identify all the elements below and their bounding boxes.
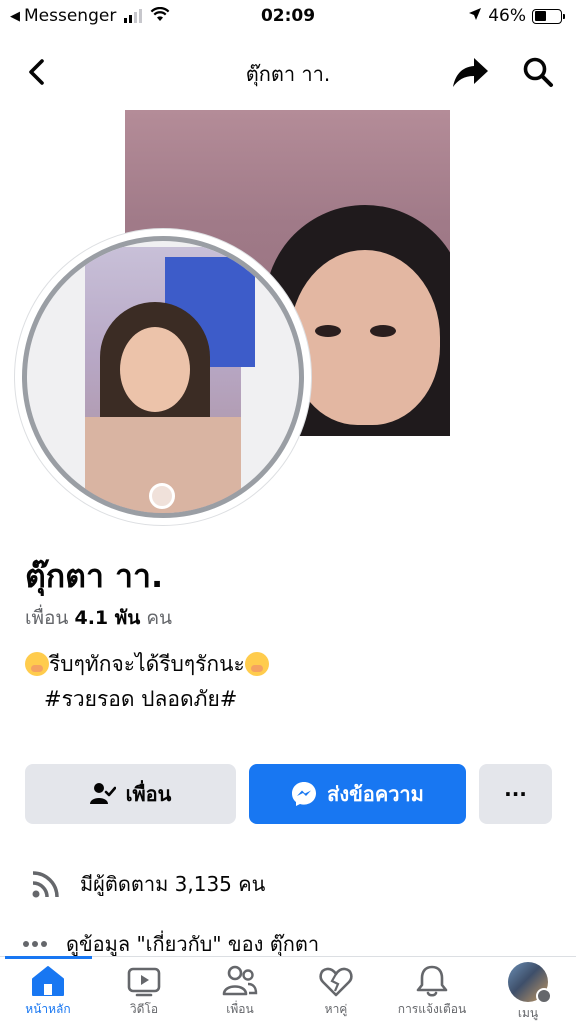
message-button[interactable]: ส่งข้อความ — [249, 764, 466, 824]
shushing-face-emoji-icon — [25, 652, 49, 676]
bio-line-1-text: รีบๆทักจะได้รีบๆรักนะ — [49, 652, 245, 676]
status-bar: ◀ Messenger 02:09 46% — [0, 0, 576, 34]
friends-button-label: เพื่อน — [125, 782, 172, 806]
battery-percent: 46% — [488, 6, 526, 26]
battery-level — [534, 11, 546, 21]
tab-home[interactable]: หน้าหลัก — [0, 960, 96, 1024]
location-icon — [468, 6, 482, 26]
dating-heart-icon — [319, 967, 353, 997]
tab-video[interactable]: วิดีโอ — [96, 960, 192, 1024]
bio-line-2: #รวยรอด ปลอดภัย# — [44, 687, 238, 711]
friends-icon — [222, 965, 258, 996]
followers-text: มีผู้ติดตาม 3,135 คน — [80, 872, 266, 896]
tab-notifications[interactable]: การแจ้งเตือน — [384, 960, 480, 1024]
tab-label: เพื่อน — [226, 1002, 254, 1016]
share-arrow-icon — [453, 58, 488, 87]
active-tab-indicator — [5, 956, 92, 959]
video-icon — [127, 967, 161, 997]
tab-label: การแจ้งเตือน — [397, 1002, 467, 1016]
menu-badge-icon — [536, 988, 552, 1004]
more-dots-icon: ··· — [504, 782, 527, 806]
share-button[interactable] — [450, 52, 490, 92]
profile-picture[interactable] — [22, 236, 304, 518]
person-check-icon — [89, 783, 116, 804]
ellipsis-icon — [23, 941, 47, 947]
shushing-face-emoji-icon — [244, 652, 269, 676]
menu-avatar — [508, 962, 552, 1004]
message-button-label: ส่งข้อความ — [327, 782, 424, 806]
search-icon — [523, 57, 553, 87]
followers-row[interactable]: มีผู้ติดตาม 3,135 คน — [30, 866, 265, 902]
tab-label: วิดีโอ — [129, 1002, 159, 1016]
tab-label: เมนู — [517, 1006, 539, 1020]
bio-line-1: รีบๆทักจะได้รีบๆรักนะ — [25, 648, 269, 681]
messenger-icon — [292, 782, 317, 806]
more-options-button[interactable]: ··· — [479, 764, 552, 824]
tab-label: หน้าหลัก — [25, 1002, 71, 1016]
search-button[interactable] — [520, 54, 556, 90]
friends-button[interactable]: เพื่อน — [25, 764, 236, 824]
bell-icon — [416, 965, 448, 997]
tab-friends[interactable]: เพื่อน — [192, 960, 288, 1024]
tab-dating[interactable]: หาคู่ — [288, 960, 384, 1024]
friends-label: เพื่อน — [25, 607, 69, 629]
tab-menu[interactable]: เมนู — [480, 960, 576, 1024]
friends-count: 4.1 พัน — [74, 607, 141, 629]
friends-unit: คน — [146, 607, 173, 629]
home-icon — [32, 966, 64, 996]
profile-name: ตุ๊กตา าา. — [25, 557, 164, 595]
tab-label: หาคู่ — [324, 1002, 348, 1016]
friends-count-line[interactable]: เพื่อน 4.1 พัน คน — [25, 603, 172, 633]
rss-followers-icon — [32, 871, 59, 898]
profile-header: ตุ๊กตา าา. — [0, 40, 576, 104]
battery-icon — [532, 8, 565, 24]
